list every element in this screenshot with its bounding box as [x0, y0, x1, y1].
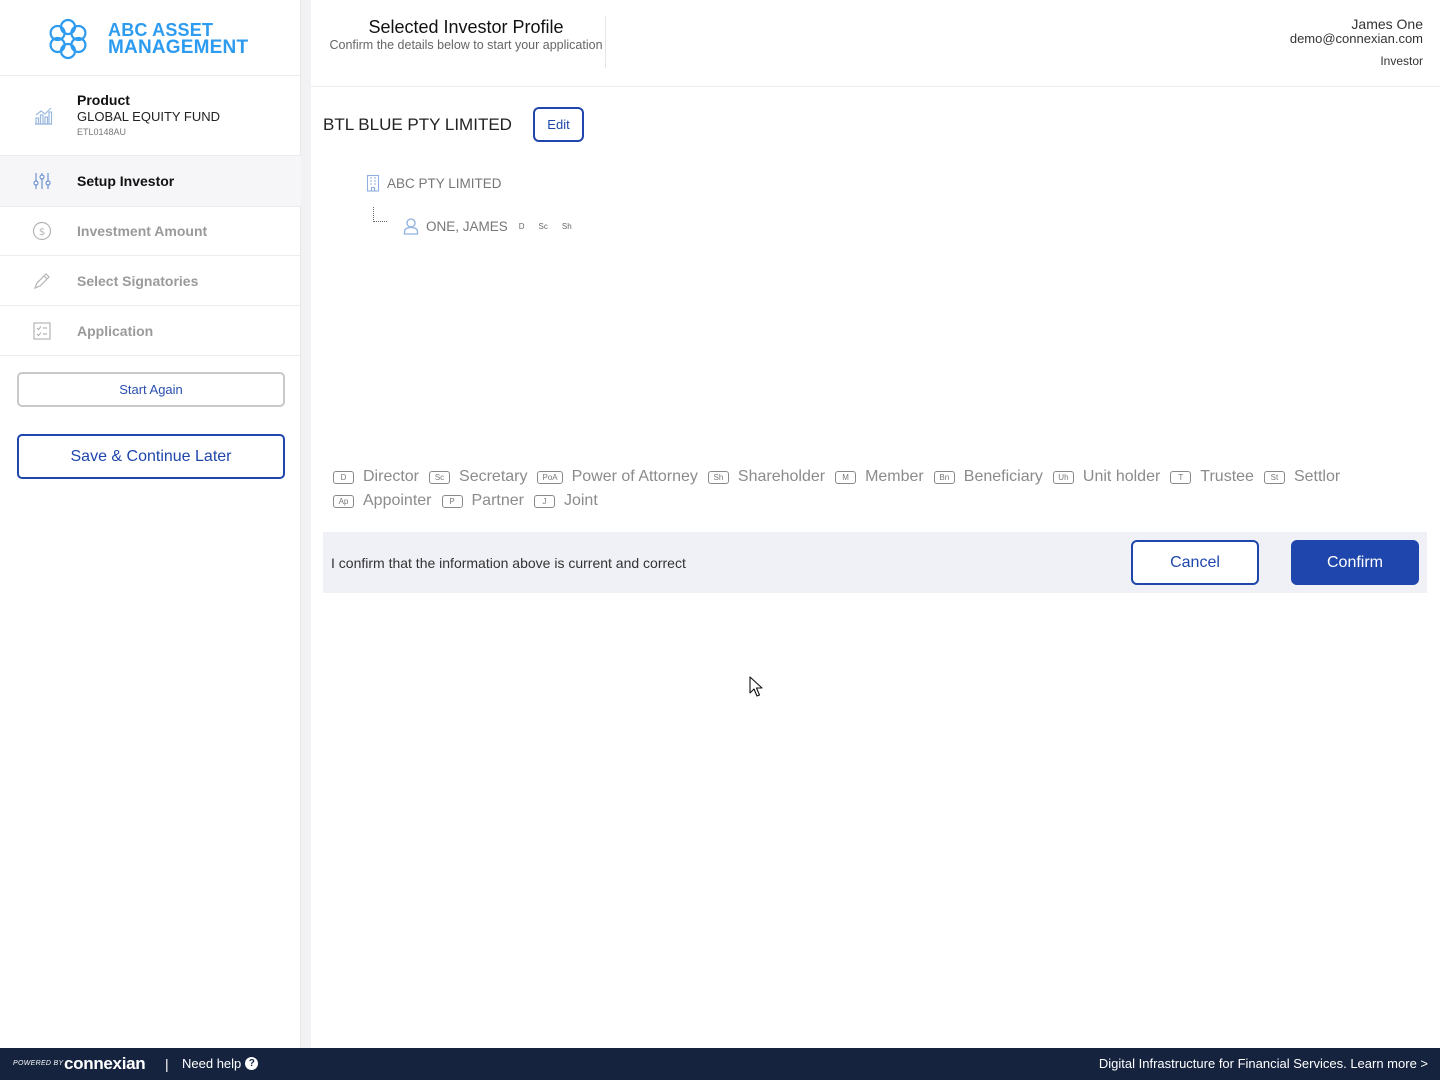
need-help-label: Need help	[182, 1056, 242, 1071]
legend-row: Ap Appointer P Partner J Joint	[333, 489, 1423, 513]
step-application[interactable]: Application	[0, 306, 301, 356]
legend-item: D Director	[333, 468, 419, 486]
legend-row: D Director Sc Secretary PoA Power of Attorn…	[333, 465, 1423, 489]
sidebar: ABC ASSET MANAGEMENT Product GLOBAL EQUI…	[0, 0, 301, 1048]
legend-label: Partner	[471, 492, 524, 509]
legend-item: Uh Unit holder	[1052, 468, 1161, 486]
legend-label: Unit holder	[1082, 468, 1161, 485]
legend-label: Joint	[563, 492, 598, 509]
role-tag: Sc	[538, 221, 548, 231]
edit-button[interactable]: Edit	[533, 107, 584, 142]
learn-more-link[interactable]: Digital Infrastructure for Financial Ser…	[1099, 1056, 1428, 1071]
legend-label: Director	[363, 468, 420, 485]
connexian-logo[interactable]: connexian	[64, 1054, 146, 1074]
legend-code: Sh	[707, 470, 729, 484]
role-tag: Sh	[561, 221, 572, 231]
legend-code: J	[533, 494, 555, 508]
legend-code: M	[835, 470, 857, 484]
legend-code: Sc	[429, 470, 451, 484]
product-summary: Product GLOBAL EQUITY FUND ETL0148AU	[0, 76, 301, 156]
step-label: Select Signatories	[77, 273, 199, 289]
step-label: Application	[77, 323, 154, 339]
confirmation-bar: I confirm that the information above is …	[323, 532, 1427, 593]
legend-item: P Partner	[441, 492, 524, 510]
product-name: GLOBAL EQUITY FUND	[77, 109, 221, 124]
divider	[0, 355, 301, 356]
page-subtitle: Confirm the details below to start your …	[329, 38, 603, 52]
legend-code: PoA	[537, 470, 563, 484]
powered-by-label: POWERED BY	[13, 1060, 64, 1067]
question-icon: ?	[245, 1057, 259, 1070]
legend-code: T	[1170, 470, 1192, 484]
legend-item: J Joint	[533, 492, 598, 510]
entity-name: BTL BLUE PTY LIMITED	[323, 115, 512, 134]
role-tag: D	[518, 221, 525, 231]
step-label: Setup Investor	[77, 173, 175, 189]
step-label: Investment Amount	[77, 223, 208, 239]
pen-icon	[33, 273, 50, 290]
start-again-button[interactable]: Start Again	[17, 372, 285, 407]
checklist-icon	[33, 322, 51, 340]
bar-chart-icon	[35, 107, 53, 125]
svg-text:$: $	[39, 227, 45, 238]
sliders-icon	[33, 173, 51, 189]
logo-text: ABC ASSET MANAGEMENT	[108, 21, 249, 58]
building-icon	[366, 174, 380, 192]
company-logo[interactable]: ABC ASSET MANAGEMENT	[46, 16, 256, 62]
legend-label: Trustee	[1200, 468, 1254, 485]
user-email: demo@connexian.com	[1289, 31, 1423, 46]
user-name[interactable]: James One	[1351, 16, 1423, 32]
page-header: Selected Investor Profile Confirm the de…	[311, 0, 1440, 87]
tree-connector	[373, 207, 387, 222]
save-continue-later-button[interactable]: Save & Continue Later	[17, 434, 285, 479]
legend-item: St Settlor	[1263, 468, 1341, 486]
legend-label: Beneficiary	[963, 468, 1043, 485]
tree-person-node[interactable]: ONE, JAMES D Sc Sh	[403, 217, 572, 235]
header-divider	[605, 16, 606, 68]
legend-label: Settlor	[1293, 468, 1341, 485]
page-title: Selected Investor Profile	[368, 17, 564, 37]
legend-code: St	[1263, 470, 1285, 484]
product-code: ETL0148AU	[77, 127, 127, 137]
step-setup-investor[interactable]: Setup Investor	[0, 156, 301, 206]
legend-item: Bn Beneficiary	[933, 468, 1043, 486]
cancel-button[interactable]: Cancel	[1131, 540, 1259, 585]
role-legend: D Director Sc Secretary PoA Power of Attorn…	[333, 465, 1423, 513]
confirm-button[interactable]: Confirm	[1291, 540, 1419, 585]
step-investment-amount[interactable]: $ Investment Amount	[0, 206, 301, 256]
person-icon	[403, 218, 419, 235]
legend-code: Ap	[333, 494, 354, 508]
legend-item: Sc Secretary	[429, 468, 527, 486]
sidebar-gutter	[301, 0, 311, 1048]
legend-item: Ap Appointer	[333, 492, 432, 510]
footer: POWERED BY connexian | Need help ? Digit…	[0, 1048, 1440, 1080]
legend-item: M Member	[835, 468, 924, 486]
user-role: Investor	[1380, 54, 1423, 68]
legend-label: Member	[865, 468, 924, 485]
legend-item: Sh Shareholder	[707, 468, 826, 486]
tree-company-node[interactable]: ABC PTY LIMITED	[365, 174, 502, 192]
legend-item: PoA Power of Attorney	[537, 468, 698, 486]
legend-code: D	[333, 470, 354, 484]
legend-label: Shareholder	[737, 468, 826, 485]
confirmation-statement: I confirm that the information above is …	[331, 555, 686, 571]
legend-label: Secretary	[459, 468, 528, 485]
logo-flower-icon	[49, 18, 87, 60]
dollar-coin-icon: $	[32, 221, 52, 241]
step-select-signatories[interactable]: Select Signatories	[0, 256, 301, 306]
mouse-cursor-icon	[749, 676, 763, 697]
person-name: ONE, JAMES	[426, 218, 508, 234]
footer-separator: |	[165, 1056, 169, 1072]
legend-code: Uh	[1052, 470, 1074, 484]
product-label: Product	[77, 92, 130, 108]
logo-line-2: MANAGEMENT	[108, 37, 249, 58]
legend-label: Power of Attorney	[571, 468, 698, 485]
legend-item: T Trustee	[1170, 468, 1254, 486]
legend-label: Appointer	[363, 492, 432, 509]
need-help-link[interactable]: Need help ?	[182, 1056, 259, 1071]
company-name: ABC PTY LIMITED	[387, 175, 502, 191]
legend-code: P	[441, 494, 463, 508]
legend-code: Bn	[933, 470, 955, 484]
